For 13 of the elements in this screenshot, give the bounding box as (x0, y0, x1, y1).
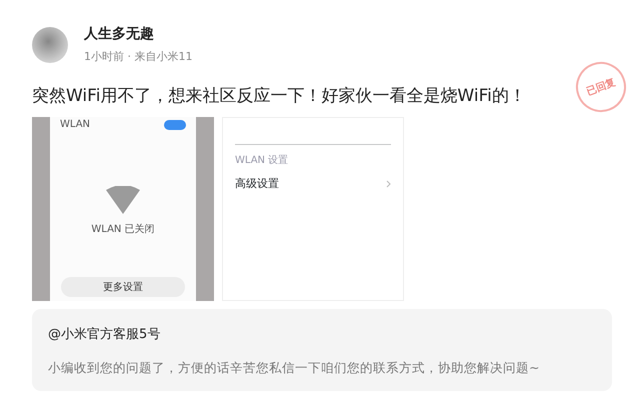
wifi-status: WLAN 已关闭 (91, 222, 155, 237)
reply-text: 小编收到您的问题了，方便的话辛苦您私信一下咱们您的联系方式，协助您解决问题~ (48, 358, 540, 376)
chevron-icon (386, 180, 391, 188)
avatar (32, 26, 68, 63)
post-meta: 1小时前 · 来自小米11 (84, 49, 192, 65)
author-name: 人生多无趣 (84, 25, 155, 44)
wlan-title: WLAN (60, 118, 90, 132)
wifi-off-icon (106, 186, 140, 214)
post-text: 突然WiFi用不了，想来社区反应一下！好家伙一看全是烧WiFi的！ (32, 84, 526, 108)
setting-item: 高级设置 (235, 176, 279, 192)
reply-author: @小米官方客服5号 (48, 326, 162, 344)
section-label: WLAN 设置 (235, 154, 290, 168)
more-settings-button[interactable]: 更多设置 (61, 277, 185, 297)
